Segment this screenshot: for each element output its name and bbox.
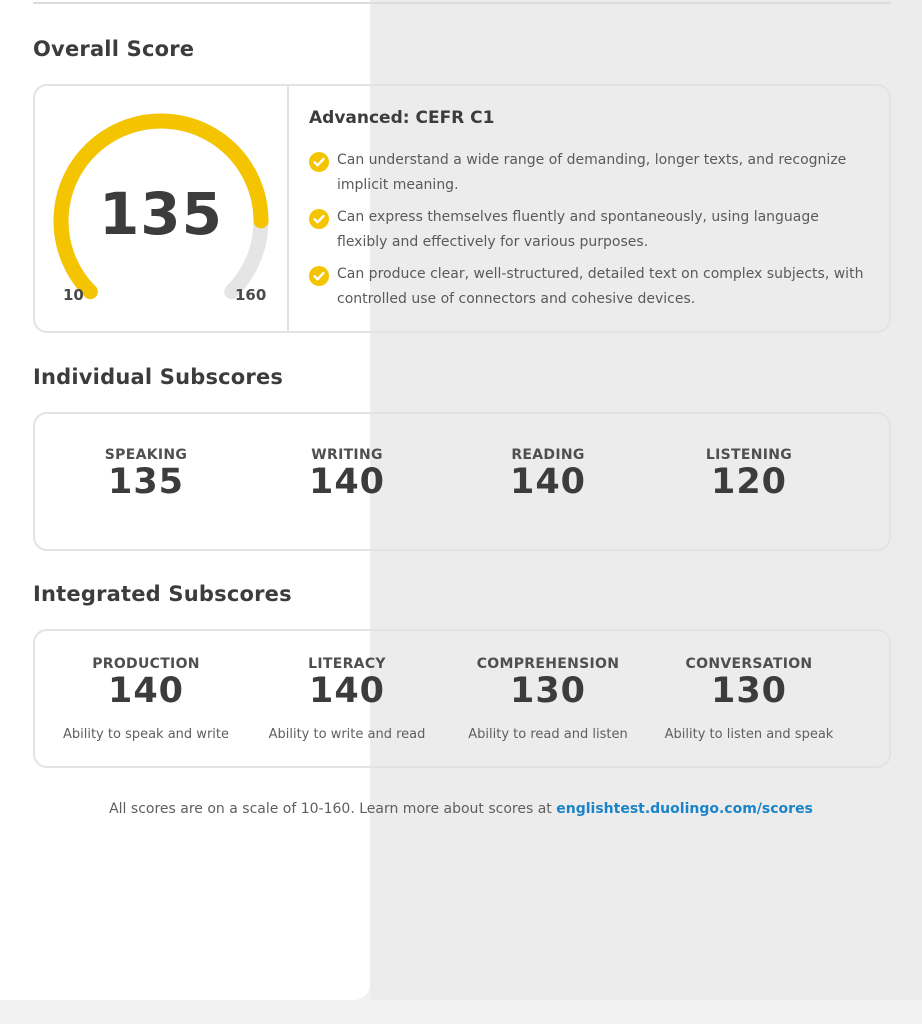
subscore-value: 130 [509,671,587,711]
level-description-item: Can express themselves fluently and spon… [309,205,869,255]
subscore-production: PRODUCTION 140 Ability to speak and writ… [46,656,246,742]
subscore-listening: LISTENING 120 [649,447,849,501]
subscore-label: SPEAKING [104,447,188,463]
level-description-list: Can understand a wide range of demanding… [309,148,869,319]
subscore-reading: READING 140 [448,447,648,501]
check-icon [309,152,329,172]
overall-score-value: 135 [98,180,224,248]
scores-info-link[interactable]: englishtest.duolingo.com/scores [556,801,813,817]
subscore-value: 135 [107,462,185,502]
integrated-subscores-card: PRODUCTION 140 Ability to speak and writ… [33,629,891,768]
subscore-value: 140 [308,462,386,502]
subscore-label: CONVERSATION [685,656,813,672]
level-description-text: Can understand a wide range of demanding… [337,152,847,193]
subscore-label: PRODUCTION [92,656,200,672]
score-scale-text: All scores are on a scale of 10-160. Lea… [109,801,557,817]
subscore-description: Ability to listen and speak [664,727,834,742]
subscore-description: Ability to speak and write [62,727,229,742]
subscore-comprehension: COMPREHENSION 130 Ability to read and li… [448,656,648,742]
level-description-text: Can produce clear, well-structured, deta… [337,266,864,307]
subscore-value: 140 [308,671,386,711]
subscore-speaking: SPEAKING 135 [46,447,246,501]
subscore-literacy: LITERACY 140 Ability to write and read [247,656,447,742]
subscore-label: READING [511,447,585,463]
check-icon [309,266,329,286]
subscore-value: 140 [509,462,587,502]
level-description-item: Can produce clear, well-structured, deta… [309,262,869,312]
overall-score-card: 135 10 160 Advanced: CEFR C1 Can underst… [33,84,891,333]
individual-subscores-card: SPEAKING 135 WRITING 140 READING 140 LIS… [33,412,891,551]
gauge-min-label: 10 [63,286,84,304]
subscore-conversation: CONVERSATION 130 Ability to listen and s… [649,656,849,742]
card-divider [287,86,289,331]
subscore-description: Ability to write and read [268,727,426,742]
subscore-value: 120 [710,462,788,502]
subscore-label: LITERACY [308,656,386,672]
top-divider [33,2,891,4]
cefr-level-title: Advanced: CEFR C1 [309,108,495,128]
subscore-label: WRITING [311,447,383,463]
integrated-subscores-title: Integrated Subscores [33,582,292,606]
gauge-max-label: 160 [235,286,267,304]
subscore-writing: WRITING 140 [247,447,447,501]
score-gauge: 135 10 160 [35,86,287,331]
level-description-item: Can understand a wide range of demanding… [309,148,869,198]
level-description-text: Can express themselves fluently and spon… [337,209,819,250]
overall-score-title: Overall Score [33,37,195,61]
check-icon [309,209,329,229]
subscore-label: COMPREHENSION [476,656,620,672]
subscore-value: 130 [710,671,788,711]
subscore-description: Ability to read and listen [468,727,628,742]
score-scale-note: All scores are on a scale of 10-160. Lea… [0,801,922,817]
subscore-value: 140 [107,671,185,711]
individual-subscores-title: Individual Subscores [33,365,284,389]
subscore-label: LISTENING [705,447,793,463]
